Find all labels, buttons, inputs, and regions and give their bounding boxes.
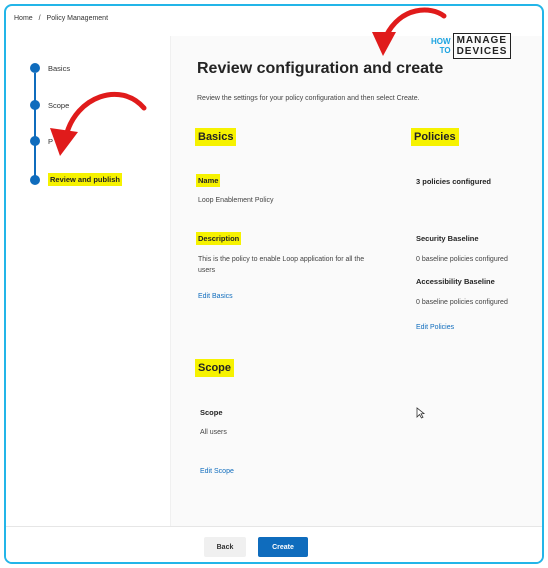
create-button[interactable]: Create bbox=[258, 537, 308, 557]
screenshot-frame: Home / Policy Management Basics Scope P … bbox=[4, 4, 544, 564]
footer-bar: Back Create bbox=[6, 526, 542, 562]
annotation-arrow-icon bbox=[372, 7, 447, 56]
annotation-arrows bbox=[50, 7, 447, 156]
back-button[interactable]: Back bbox=[204, 537, 246, 557]
annotation-arrow-icon bbox=[50, 91, 147, 156]
